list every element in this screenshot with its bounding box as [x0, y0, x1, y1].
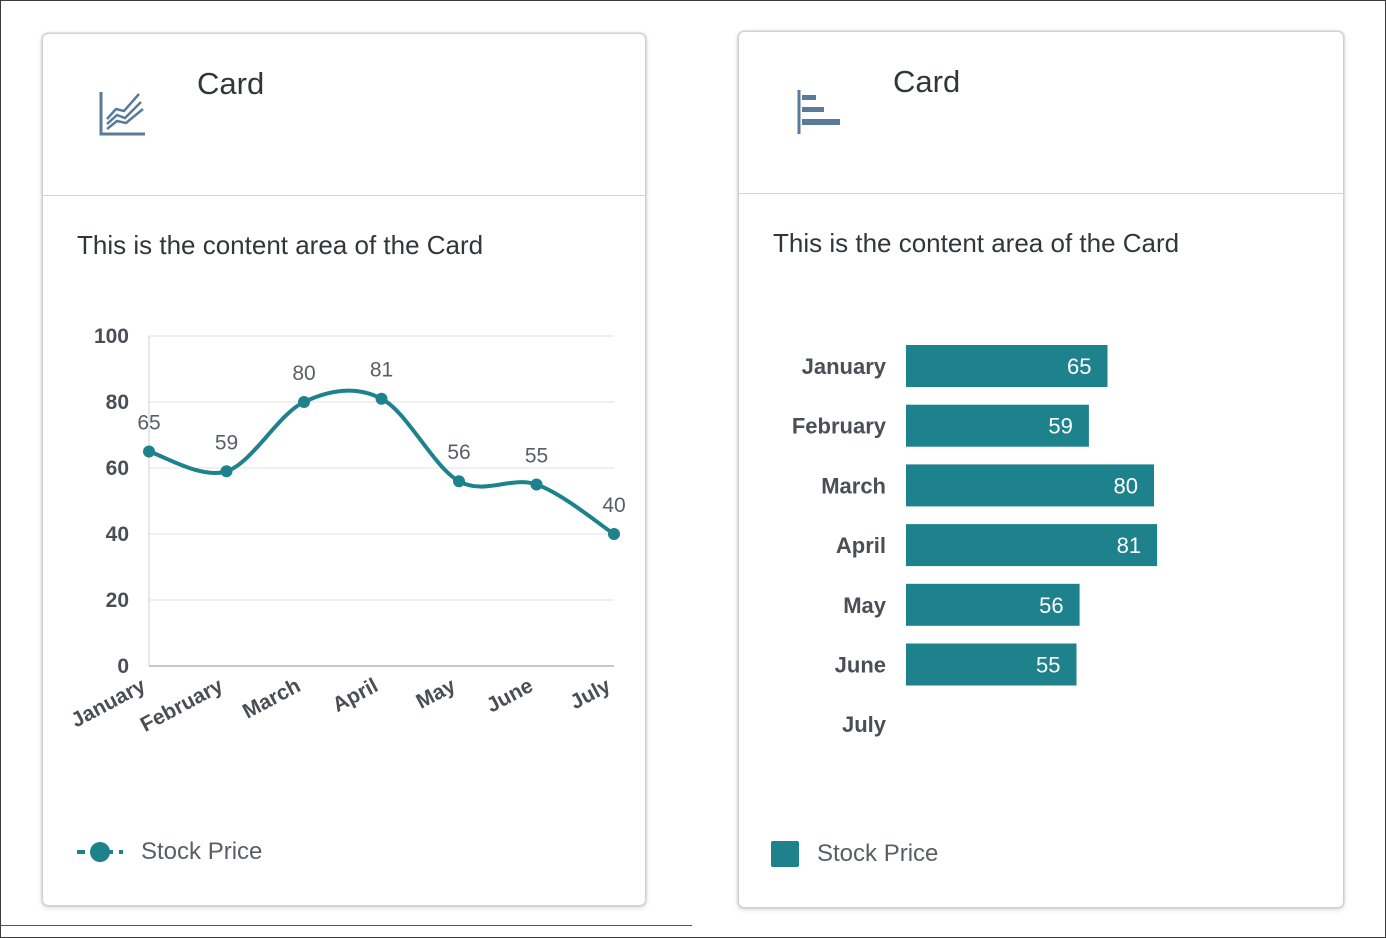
y-tick-label: 100	[94, 325, 129, 348]
data-label: 80	[292, 362, 315, 385]
x-tick-label: February	[137, 674, 227, 737]
data-label: 59	[1048, 414, 1072, 439]
chart-legend[interactable]: Stock Price	[75, 838, 262, 866]
legend-square-marker-icon	[771, 841, 799, 867]
data-label: 40	[602, 494, 625, 517]
y-tick-label: 20	[106, 589, 129, 612]
y-category-label: March	[821, 473, 886, 498]
y-category-label: January	[802, 354, 887, 379]
y-tick-label: 40	[106, 523, 129, 546]
chart-legend[interactable]: Stock Price	[771, 840, 938, 868]
data-point	[530, 478, 543, 491]
y-category-label: February	[792, 414, 887, 439]
x-tick-label: January	[67, 674, 149, 732]
line-chart: 0 20 40 60 80 100 65 59 80 81 56 55 40 JanuaryFebruar…	[67, 325, 625, 737]
data-label: 59	[215, 431, 238, 454]
data-point	[220, 465, 233, 478]
bar-chart-card[interactable]: Card This is the content area of the Car…	[738, 31, 1344, 908]
data-label: 55	[525, 445, 548, 468]
y-category-label: June	[835, 653, 886, 678]
data-point	[375, 392, 388, 405]
y-category-label: May	[843, 593, 887, 618]
data-label: 56	[447, 441, 470, 464]
data-point	[143, 445, 155, 458]
legend-line-marker-icon	[77, 842, 123, 862]
x-tick-label: May	[412, 674, 459, 714]
y-category-label: April	[836, 533, 886, 558]
data-label: 56	[1039, 593, 1063, 618]
bar-chart: January 65 February 59 March 80 April 81 May 56 Ju…	[792, 345, 1158, 737]
x-tick-label: March	[239, 674, 304, 723]
data-label: 81	[370, 359, 393, 382]
y-category-label: July	[842, 712, 887, 737]
divider	[0, 925, 692, 926]
line-chart-card[interactable]: Card This is the content area of the Car…	[42, 33, 646, 906]
data-label: 65	[137, 412, 160, 435]
data-point	[608, 528, 620, 540]
data-label: 80	[1114, 473, 1138, 498]
data-point	[298, 396, 310, 408]
legend-label: Stock Price	[817, 840, 939, 867]
data-label: 81	[1117, 533, 1141, 558]
legend-label: Stock Price	[141, 838, 263, 865]
y-tick-label: 0	[117, 655, 129, 678]
x-tick-label: July	[566, 674, 614, 714]
y-tick-label: 80	[106, 391, 129, 414]
x-tick-label: June	[483, 674, 537, 717]
data-label: 55	[1036, 653, 1060, 678]
data-label: 65	[1067, 354, 1091, 379]
y-tick-label: 60	[106, 457, 129, 480]
x-tick-label: April	[329, 674, 382, 717]
data-point	[453, 475, 465, 488]
